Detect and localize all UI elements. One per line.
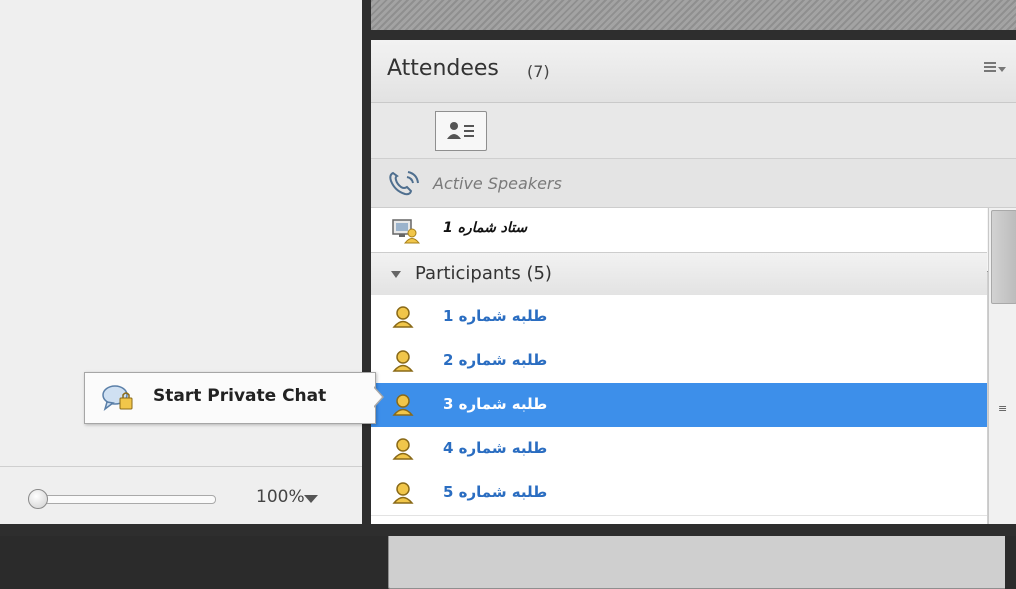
user-icon bbox=[392, 438, 414, 460]
start-private-chat-label[interactable]: Start Private Chat bbox=[153, 386, 326, 406]
participant-name: طلبه شماره 2 bbox=[443, 351, 548, 369]
zoom-value[interactable]: 100% bbox=[256, 487, 305, 507]
participant-row[interactable]: طلبه شماره 4 bbox=[371, 427, 987, 472]
participants-group-header[interactable]: Participants (5) bbox=[371, 252, 987, 296]
participant-name: طلبه شماره 3 bbox=[443, 395, 548, 413]
active-speakers-label: Active Speakers bbox=[433, 174, 562, 193]
pod-title: Attendees bbox=[387, 56, 499, 81]
zoom-dropdown-icon[interactable] bbox=[304, 495, 318, 503]
user-icon bbox=[392, 394, 414, 416]
zoom-slider-thumb[interactable] bbox=[28, 489, 48, 509]
popup-pointer-inner bbox=[373, 387, 382, 407]
view-toolbar bbox=[371, 103, 1016, 589]
role-view-button[interactable] bbox=[435, 111, 487, 151]
attendee-list: ستاد شماره 1 Participants (5) طلبه شماره… bbox=[371, 208, 987, 524]
participant-row[interactable]: طلبه شماره 1 bbox=[371, 295, 987, 340]
participant-name: طلبه شماره 5 bbox=[443, 483, 548, 501]
host-name: ستاد شماره 1 bbox=[443, 220, 528, 236]
participant-row[interactable]: طلبه شماره 2 bbox=[371, 339, 987, 384]
host-presenter-icon bbox=[392, 219, 421, 244]
pod-header: Attendees (7) bbox=[371, 40, 1016, 103]
scrollbar-thumb[interactable] bbox=[991, 210, 1016, 304]
zoom-bar: 100% bbox=[0, 466, 362, 525]
hatched-header-strip bbox=[371, 0, 1016, 30]
bottom-border bbox=[0, 524, 1016, 536]
user-icon bbox=[392, 306, 414, 328]
role-view-icon bbox=[447, 122, 474, 139]
attendees-pod: Attendees (7) Active Speakers ستاد شماره… bbox=[371, 40, 1016, 589]
user-icon bbox=[392, 482, 414, 504]
participant-name: طلبه شماره 4 bbox=[443, 439, 548, 457]
participants-group-label: Participants (5) bbox=[415, 263, 552, 284]
pod-divider bbox=[371, 30, 1016, 40]
pane-splitter[interactable] bbox=[362, 0, 371, 536]
attendee-list-scrollbar[interactable]: ≡ bbox=[988, 208, 1016, 524]
user-icon bbox=[392, 350, 414, 372]
start-private-chat-menu[interactable]: Start Private Chat bbox=[84, 372, 376, 424]
active-speakers-bar: Active Speakers bbox=[371, 159, 1016, 208]
zoom-slider-track[interactable] bbox=[44, 495, 216, 504]
left-pane bbox=[0, 0, 362, 524]
attendee-count: (7) bbox=[527, 62, 550, 81]
phone-icon bbox=[389, 171, 419, 196]
menu-icon[interactable] bbox=[984, 60, 1008, 80]
scrollbar-grip-icon: ≡ bbox=[998, 402, 1008, 415]
host-row[interactable]: ستاد شماره 1 bbox=[371, 208, 987, 253]
participant-name: طلبه شماره 1 bbox=[443, 307, 548, 325]
participant-row-selected[interactable]: طلبه شماره 3 bbox=[371, 383, 987, 428]
private-chat-icon bbox=[102, 385, 133, 411]
participant-row[interactable]: طلبه شماره 5 bbox=[371, 471, 987, 516]
collapse-triangle-icon[interactable] bbox=[391, 271, 401, 278]
